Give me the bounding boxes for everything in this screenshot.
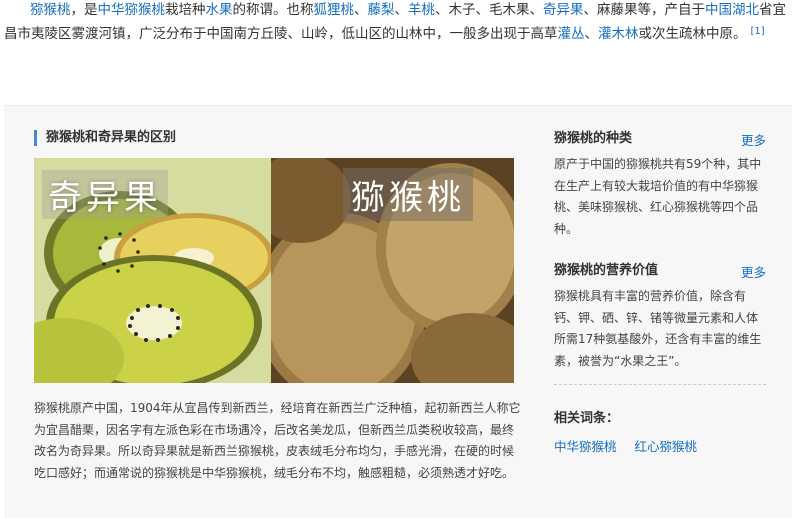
comparison-description: 猕猴桃原产中国，1904年从宜昌传到新西兰，经培育在新西兰广泛种植，起初新西兰人… [34, 401, 521, 480]
related-link-chinese-kiwi[interactable]: 中华猕猴桃 [554, 439, 617, 454]
intro-text-run: 、麻藤果等，产自于 [583, 2, 706, 18]
intro-link[interactable]: 中国湖北 [705, 2, 759, 18]
caption-kiwifruit: 奇异果 [42, 170, 168, 219]
reference-link[interactable]: [1] [751, 26, 765, 37]
nutrition-more-link[interactable]: 更多 [741, 262, 766, 281]
intro-text-run: 或次生疏林中原。 [638, 26, 747, 42]
intro-link[interactable]: 中华猕猴桃 [98, 2, 166, 18]
varieties-more-link[interactable]: 更多 [741, 130, 766, 149]
intro-link[interactable]: 奇异果 [543, 2, 584, 18]
kiwi-nutrition-block: 猕猴桃的营养价值 更多 猕猴桃具有丰富的营养价值，除含有钙、钾、硒、锌、锗等微量… [554, 262, 766, 372]
nutrition-title: 猕猴桃的营养价值 [554, 263, 659, 278]
sidebar: 猕猴桃的种类 更多 原产于中国的猕猴桃共有59个种，其中在生产上有较大栽培价值的… [554, 130, 766, 455]
comparison-panel: 猕猴桃和奇异果的区别 奇异果 猕猴桃 猕猴桃原产中国，1904年从宜昌传到新西兰… [4, 105, 792, 518]
varieties-title: 猕猴桃的种类 [554, 131, 633, 146]
section-title: 猕猴桃和奇异果的区别 [34, 130, 176, 146]
intro-link[interactable]: 藤梨 [368, 2, 395, 18]
intro-text-run: 栽培种 [165, 2, 206, 18]
intro-link[interactable]: 猕猴桃 [30, 2, 71, 18]
sidebar-divider [554, 384, 766, 385]
intro-link[interactable]: 羊桃 [408, 2, 435, 18]
related-terms: 中华猕猴桃 红心猕猴桃 [554, 436, 766, 455]
chinese-kiwi-photo: 猕猴桃 [271, 158, 514, 383]
intro-text-run: 、木子、毛木果、 [435, 2, 543, 18]
varieties-text: 原产于中国的猕猴桃共有59个种，其中在生产上有较大栽培价值的有中华猕猴桃、美味猕… [554, 157, 762, 236]
intro-text-run: ，是 [70, 2, 98, 18]
intro-link[interactable]: 灌丛 [558, 26, 585, 42]
caption-chinese-kiwi: 猕猴桃 [343, 168, 473, 221]
intro-text-run: 、 [394, 2, 409, 18]
intro-paragraph: 猕猴桃，是中华猕猴桃栽培种水果的称谓。也称狐狸桃、藤梨、羊桃、木子、毛木果、奇异… [4, 0, 790, 45]
related-terms-title: 相关词条： [554, 411, 620, 426]
nutrition-text: 猕猴桃具有丰富的营养价值，除含有钙、钾、硒、锌、锗等微量元素和人体所需17种氨基… [554, 289, 762, 368]
kiwi-varieties-block: 猕猴桃的种类 更多 原产于中国的猕猴桃共有59个种，其中在生产上有较大栽培价值的… [554, 130, 766, 240]
kiwi-comparison-image: 奇异果 猕猴桃 [34, 158, 514, 383]
related-link-red-heart-kiwi[interactable]: 红心猕猴桃 [635, 439, 698, 454]
intro-link[interactable]: 灌木林 [598, 26, 639, 42]
intro-text-run: 、 [354, 2, 368, 18]
kiwifruit-photo: 奇异果 [34, 158, 271, 383]
intro-link[interactable]: 狐狸桃 [314, 2, 355, 18]
intro-text-run: 的称谓。也称 [232, 2, 314, 18]
intro-link[interactable]: 水果 [206, 2, 233, 18]
intro-text-run: 、 [584, 26, 599, 42]
intro-text: 猕猴桃，是中华猕猴桃栽培种水果的称谓。也称狐狸桃、藤梨、羊桃、木子、毛木果、奇异… [4, 0, 790, 45]
